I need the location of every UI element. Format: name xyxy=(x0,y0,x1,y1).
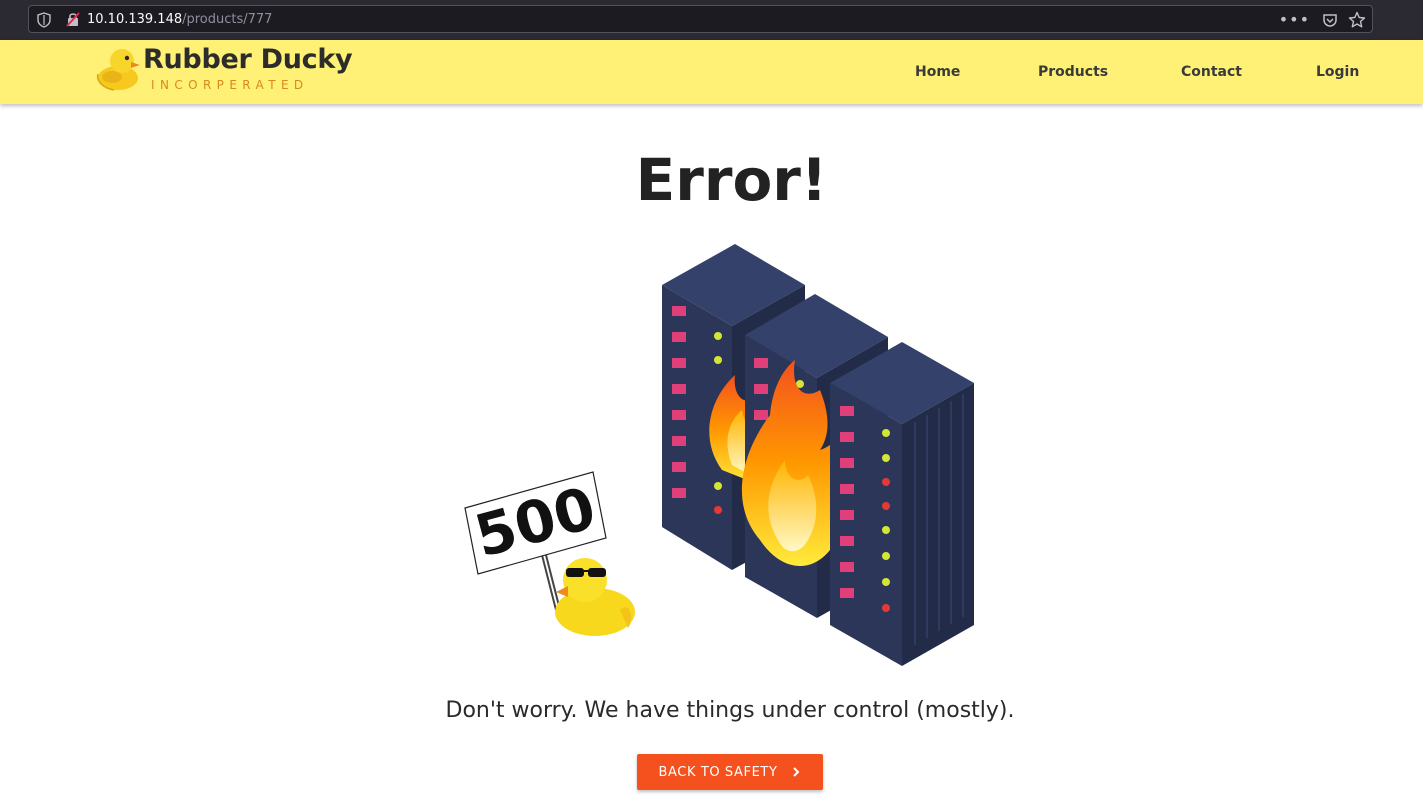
server-fire-illustration: 500 xyxy=(464,244,974,666)
logo[interactable]: Rubber Ducky INCORPERATED xyxy=(94,44,354,96)
address-bar[interactable]: 10.10.139.148/products/777 ••• xyxy=(28,5,1373,33)
nav-products[interactable]: Products xyxy=(1038,64,1108,80)
url-host: 10.10.139.148 xyxy=(87,12,183,27)
pocket-icon[interactable] xyxy=(1322,12,1338,28)
page-actions-icon[interactable]: ••• xyxy=(1279,10,1310,29)
site-header: Rubber Ducky INCORPERATED Home Products … xyxy=(0,40,1423,104)
url-path: /products/777 xyxy=(182,12,273,27)
server-rack-right xyxy=(830,342,974,666)
error-message: Don't worry. We have things under contro… xyxy=(445,698,1015,723)
nav-login[interactable]: Login xyxy=(1316,64,1359,80)
shield-icon[interactable] xyxy=(37,12,51,28)
error-title: Error! xyxy=(635,146,828,214)
duck-with-sunglasses-icon xyxy=(555,558,635,636)
sign-text: 500 xyxy=(468,474,603,571)
chevron-right-icon xyxy=(793,767,800,777)
browser-toolbar: 10.10.139.148/products/777 ••• xyxy=(0,0,1423,40)
duck-logo-icon xyxy=(96,49,140,91)
back-to-safety-button[interactable]: BACK TO SAFETY xyxy=(637,754,823,790)
back-to-safety-label: BACK TO SAFETY xyxy=(658,764,778,780)
nav-contact[interactable]: Contact xyxy=(1181,64,1242,80)
nav-home[interactable]: Home xyxy=(915,64,960,80)
url-text[interactable]: 10.10.139.148/products/777 xyxy=(87,11,272,29)
insecure-lock-icon[interactable] xyxy=(65,11,81,27)
logo-subtitle: INCORPERATED xyxy=(151,78,309,92)
logo-title: Rubber Ducky xyxy=(143,44,353,75)
bookmark-star-icon[interactable] xyxy=(1348,11,1366,29)
